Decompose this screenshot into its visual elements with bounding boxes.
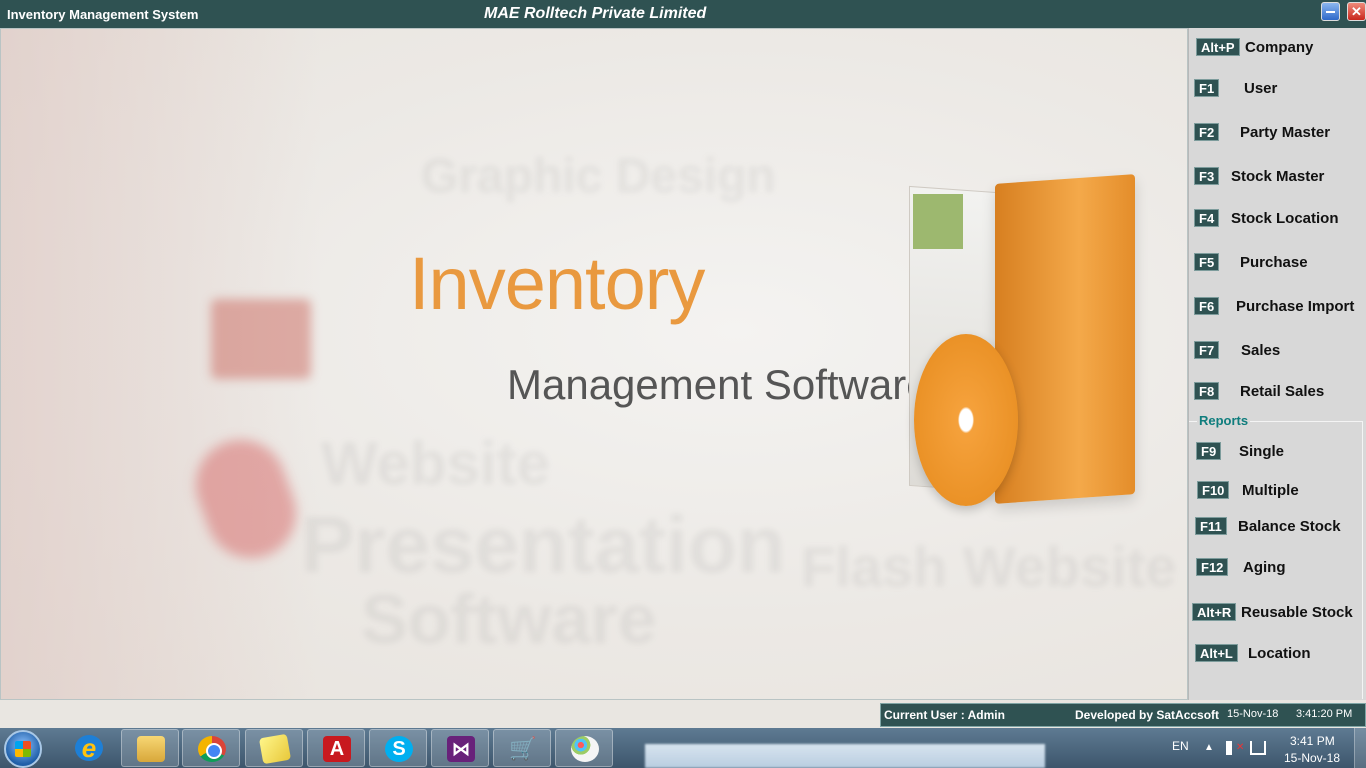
folder-icon <box>137 736 165 762</box>
minimize-button[interactable] <box>1321 2 1340 21</box>
app-title: Inventory Management System <box>7 7 199 22</box>
show-desktop-button[interactable] <box>1354 728 1366 768</box>
shortcut-key: F10 <box>1197 481 1230 499</box>
background-word: Software <box>361 580 657 658</box>
menu-item-reusable-stock[interactable]: Alt+R Reusable Stock <box>1188 603 1366 633</box>
menu-item-label: Stock Master <box>1231 168 1325 185</box>
status-bar: Current User : Admin Developed by SatAcc… <box>880 703 1366 727</box>
shortcut-key: F5 <box>1194 253 1220 271</box>
menu-item-party-master[interactable]: F2 Party Master <box>1188 123 1366 153</box>
shortcut-key: F9 <box>1196 442 1222 460</box>
menu-item-label: User <box>1244 80 1278 97</box>
language-indicator[interactable]: EN <box>1172 739 1189 753</box>
shortcut-key: F8 <box>1194 382 1220 400</box>
volume-muted-icon[interactable] <box>1226 741 1244 755</box>
status-time: 3:41:20 PM <box>1296 708 1353 720</box>
company-title: MAE Rolltech Private Limited <box>484 5 707 22</box>
taskbar-visual-studio[interactable]: ⋈ <box>431 729 489 767</box>
shortcut-key: Alt+R <box>1192 603 1237 621</box>
taskbar-paint[interactable] <box>555 729 613 767</box>
shortcut-key: F3 <box>1194 167 1220 185</box>
menu-item-label: Single <box>1239 443 1285 460</box>
menu-item-label: Company <box>1245 39 1314 56</box>
menu-item-label: Balance Stock <box>1238 518 1341 535</box>
taskbar-sticky-notes[interactable] <box>245 729 303 767</box>
logo-title: Inventory <box>409 242 705 325</box>
taskbar-file-explorer[interactable] <box>121 729 179 767</box>
developer-label: Developed by SatAccsoft <box>1075 708 1220 722</box>
sticky-notes-icon <box>258 733 292 765</box>
background-word: Graphic Design <box>421 150 776 203</box>
shortcut-key: Alt+P <box>1196 38 1240 56</box>
menu-item-purchase[interactable]: F5 Purchase <box>1188 253 1366 283</box>
splash-area: Graphic Design Website Presentation Flas… <box>0 28 1188 700</box>
menu-item-label: Purchase <box>1240 254 1308 271</box>
decorative-folder-image <box>211 299 311 379</box>
paint-icon <box>571 736 599 762</box>
menu-item-label: Purchase Import <box>1236 298 1355 315</box>
menu-item-location-report[interactable]: Alt+L Location <box>1188 644 1366 674</box>
background-word: Website <box>321 430 550 497</box>
shortcut-key: F12 <box>1196 558 1229 576</box>
background-window-preview <box>645 744 1045 768</box>
close-icon: ✕ <box>1351 4 1362 19</box>
logo-subtitle: Management Software <box>507 361 930 408</box>
chrome-icon <box>198 736 226 762</box>
menu-item-label: Aging <box>1243 559 1286 576</box>
shortcut-key: Alt+L <box>1195 644 1238 662</box>
menu-item-multiple-report[interactable]: F10 Multiple <box>1188 481 1366 511</box>
menu-item-label: Retail Sales <box>1240 383 1325 400</box>
software-box-image <box>995 174 1135 504</box>
menu-item-stock-master[interactable]: F3 Stock Master <box>1188 167 1366 197</box>
taskbar-inventory-app[interactable]: 🛒 <box>493 729 551 767</box>
taskbar-skype[interactable]: S <box>369 729 427 767</box>
taskbar-chrome[interactable] <box>182 729 240 767</box>
acrobat-reader-icon: A <box>323 736 351 762</box>
clock-time[interactable]: 3:41 PM <box>1290 734 1335 748</box>
menu-item-aging[interactable]: F12 Aging <box>1188 558 1366 588</box>
tray-expand-icon[interactable]: ▲ <box>1204 742 1214 753</box>
menu-item-label: Reusable Stock <box>1241 604 1353 621</box>
menu-item-label: Stock Location <box>1231 210 1339 227</box>
skype-icon: S <box>385 736 413 762</box>
shortcut-key: F2 <box>1194 123 1220 141</box>
close-button[interactable]: ✕ <box>1347 2 1366 21</box>
clock-date[interactable]: 15-Nov-18 <box>1284 751 1340 765</box>
network-icon[interactable] <box>1250 741 1266 755</box>
background-word: Presentation <box>301 500 786 589</box>
shortcut-key: F4 <box>1194 209 1220 227</box>
visual-studio-icon: ⋈ <box>447 736 475 762</box>
menu-item-company[interactable]: Alt+P Company <box>1188 38 1366 68</box>
menu-item-retail-sales[interactable]: F8 Retail Sales <box>1188 382 1366 412</box>
menu-item-stock-location[interactable]: F4 Stock Location <box>1188 209 1366 239</box>
decorative-mouse-image <box>183 427 309 571</box>
shortcut-key: F11 <box>1195 517 1227 535</box>
shortcut-key: F6 <box>1194 297 1220 315</box>
software-disc-image <box>914 334 1018 506</box>
shortcut-key: F1 <box>1194 79 1220 97</box>
menu-item-purchase-import[interactable]: F6 Purchase Import <box>1188 297 1366 327</box>
title-bar: Inventory Management System MAE Rolltech… <box>0 0 1366 28</box>
menu-item-label: Sales <box>1241 342 1281 359</box>
taskbar-acrobat-reader[interactable]: A <box>307 729 365 767</box>
status-date: 15-Nov-18 <box>1227 708 1279 720</box>
menu-item-user[interactable]: F1 User <box>1188 79 1366 109</box>
menu-item-balance-stock[interactable]: F11 Balance Stock <box>1188 517 1366 547</box>
manual-cover-image <box>913 194 963 249</box>
background-word: Flash Website <box>801 535 1177 598</box>
menu-item-single-report[interactable]: F9 Single <box>1188 442 1366 472</box>
shortcut-key: F7 <box>1194 341 1220 359</box>
menu-item-label: Party Master <box>1240 124 1331 141</box>
current-user-label: Current User : Admin <box>884 708 1005 722</box>
menu-item-label: Location <box>1248 645 1311 662</box>
menu-item-sales[interactable]: F7 Sales <box>1188 341 1366 371</box>
internet-explorer-icon: e <box>75 735 103 761</box>
start-button[interactable] <box>4 730 42 768</box>
shopping-cart-icon: 🛒 <box>509 736 537 761</box>
reports-section-title: Reports <box>1197 413 1251 428</box>
taskbar-internet-explorer[interactable]: e <box>60 729 118 767</box>
menu-item-label: Multiple <box>1242 482 1299 499</box>
